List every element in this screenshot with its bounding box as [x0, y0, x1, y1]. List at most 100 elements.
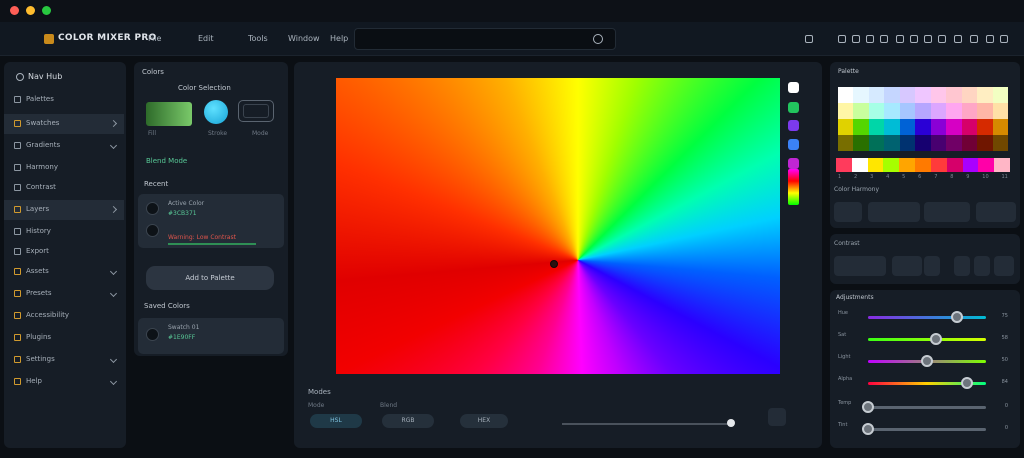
- palette-swatch[interactable]: [868, 87, 885, 103]
- slider-hue[interactable]: Hue 75: [838, 308, 1008, 328]
- sidebar-item-swatches[interactable]: Swatches: [4, 114, 124, 134]
- palette-swatch[interactable]: [899, 103, 916, 119]
- palette-swatch[interactable]: [977, 135, 993, 151]
- palette-strip-swatch[interactable]: [851, 158, 868, 172]
- palette-swatch[interactable]: [992, 87, 1008, 103]
- sidebar-item-plugins[interactable]: Plugins: [4, 328, 124, 348]
- slider-track[interactable]: [868, 428, 986, 431]
- refresh-icon[interactable]: [924, 256, 940, 276]
- quick-color-green[interactable]: [788, 102, 799, 113]
- slider-alpha[interactable]: Alpha 84: [838, 374, 1008, 394]
- slider-handle[interactable]: [930, 333, 943, 345]
- sidebar-item-settings[interactable]: Settings: [4, 350, 124, 370]
- mode-swatch[interactable]: [238, 100, 274, 122]
- sidebar-item-layers[interactable]: Layers: [4, 200, 124, 220]
- zoom-slider-handle[interactable]: [727, 419, 735, 427]
- palette-swatch[interactable]: [915, 87, 931, 103]
- palette-swatch[interactable]: [915, 103, 931, 119]
- palette-swatch[interactable]: [915, 119, 931, 135]
- palette-strip-swatch[interactable]: [994, 158, 1010, 172]
- palette-strip-swatch[interactable]: [946, 158, 963, 172]
- quick-color-purple[interactable]: [788, 120, 799, 131]
- undo-icon[interactable]: [838, 35, 846, 43]
- zoom-slider-track[interactable]: [562, 423, 730, 425]
- slider-light[interactable]: Light 50: [838, 352, 1008, 372]
- palette-swatch[interactable]: [961, 103, 978, 119]
- slider-track[interactable]: [868, 406, 986, 409]
- palette-swatch[interactable]: [946, 119, 962, 135]
- slider-track[interactable]: [868, 316, 986, 319]
- sidebar-item-assets[interactable]: Assets: [4, 262, 124, 282]
- palette-swatch[interactable]: [899, 119, 916, 135]
- palette-strip-swatch[interactable]: [867, 158, 884, 172]
- blend-mode-option[interactable]: Blend Mode: [146, 157, 187, 165]
- palette-swatch[interactable]: [915, 135, 931, 151]
- layers-icon[interactable]: [880, 35, 888, 43]
- slider-handle[interactable]: [921, 355, 933, 367]
- sidebar-item-help[interactable]: Help: [4, 372, 124, 392]
- slider-handle[interactable]: [862, 401, 874, 413]
- palette-swatch[interactable]: [868, 119, 885, 135]
- quick-color-blue[interactable]: [788, 139, 799, 150]
- palette-strip[interactable]: [836, 158, 1010, 172]
- palette-strip-swatch[interactable]: [836, 158, 852, 172]
- palette-swatch[interactable]: [946, 87, 962, 103]
- contrast-level-field[interactable]: [892, 256, 922, 276]
- crop-icon[interactable]: [910, 35, 918, 43]
- palette-swatch[interactable]: [930, 135, 947, 151]
- slider-sat[interactable]: Sat 58: [838, 330, 1008, 350]
- palette-strip-swatch[interactable]: [978, 158, 995, 172]
- color-spectrum-canvas[interactable]: [336, 78, 780, 374]
- sidebar-item-contrast[interactable]: Contrast: [4, 178, 124, 198]
- palette-swatch[interactable]: [899, 87, 916, 103]
- eyedropper-icon[interactable]: [896, 35, 904, 43]
- mode-pill-hsl[interactable]: HSL: [310, 414, 362, 428]
- mode-pill-rgb[interactable]: RGB: [382, 414, 434, 428]
- slider-handle[interactable]: [961, 377, 974, 389]
- palette-strip-swatch[interactable]: [962, 158, 979, 172]
- sidebar-item-accessibility[interactable]: Accessibility: [4, 306, 124, 326]
- zoom-icon[interactable]: [805, 35, 813, 43]
- palette-swatch[interactable]: [946, 103, 962, 119]
- palette-strip-swatch[interactable]: [930, 158, 947, 172]
- sidebar-item-export[interactable]: Export: [4, 242, 124, 262]
- slider-handle[interactable]: [950, 311, 963, 323]
- palette-swatch[interactable]: [946, 135, 962, 151]
- sidebar-item-presets[interactable]: Presets: [4, 284, 124, 304]
- menu-icon[interactable]: [1000, 35, 1008, 43]
- slider-tint[interactable]: Tint 0: [838, 420, 1008, 440]
- quick-color-magenta[interactable]: [788, 158, 799, 169]
- palette-swatch[interactable]: [884, 135, 900, 151]
- palette-swatch[interactable]: [992, 119, 1008, 135]
- palette-swatch[interactable]: [961, 119, 978, 135]
- minimize-window-button[interactable]: [26, 6, 35, 15]
- palette-swatch[interactable]: [884, 87, 900, 103]
- settings-icon[interactable]: [954, 35, 962, 43]
- palette-swatch[interactable]: [884, 103, 900, 119]
- menu-help[interactable]: Help: [330, 34, 348, 43]
- redo-icon[interactable]: [852, 35, 860, 43]
- palette-swatch[interactable]: [977, 119, 993, 135]
- copy-icon[interactable]: [954, 256, 970, 276]
- add-to-palette-button[interactable]: Add to Palette: [146, 266, 274, 290]
- palette-strip-swatch[interactable]: [899, 158, 916, 172]
- palette-grid[interactable]: [838, 87, 1008, 151]
- fit-view-button[interactable]: [768, 408, 786, 426]
- palette-swatch[interactable]: [838, 119, 854, 135]
- bell-icon[interactable]: [986, 35, 994, 43]
- menu-window[interactable]: Window: [288, 34, 320, 43]
- palette-swatch[interactable]: [930, 87, 947, 103]
- sidebar-item-history[interactable]: History: [4, 222, 124, 242]
- palette-swatch[interactable]: [838, 103, 854, 119]
- palette-swatch[interactable]: [853, 119, 869, 135]
- palette-strip-swatch[interactable]: [915, 158, 931, 172]
- harmony-toggle[interactable]: [834, 202, 862, 222]
- palette-strip-swatch[interactable]: [883, 158, 900, 172]
- menu-tools[interactable]: Tools: [248, 34, 268, 43]
- palette-swatch[interactable]: [992, 103, 1008, 119]
- search-input[interactable]: [354, 28, 616, 50]
- sidebar-item-palettes[interactable]: Palettes: [4, 90, 124, 110]
- palette-swatch[interactable]: [853, 87, 869, 103]
- user-icon[interactable]: [970, 35, 978, 43]
- active-color-card[interactable]: Active Color #3CB371 Warning: Low Contra…: [138, 194, 284, 248]
